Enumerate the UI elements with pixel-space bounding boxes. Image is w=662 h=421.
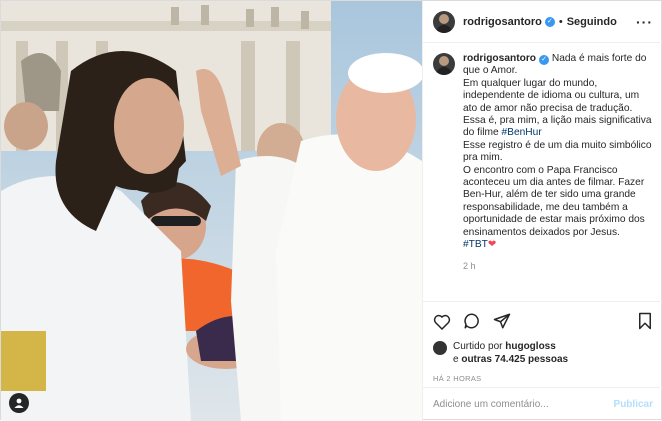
avatar[interactable]: [433, 10, 455, 33]
tagged-user-icon[interactable]: [9, 393, 29, 413]
verified-badge-icon: ✓: [544, 16, 555, 27]
publish-button[interactable]: Publicar: [614, 399, 653, 410]
share-icon[interactable]: [493, 312, 511, 330]
post-actions: Curtido por hugogloss e outras 74.425 pe…: [423, 301, 662, 383]
liked-by-prefix: Curtido por: [453, 341, 503, 352]
post-header: rodrigosantoro ✓ • Seguindo ···: [423, 1, 662, 43]
caption-username[interactable]: rodrigosantoro: [463, 53, 536, 64]
photo-illustration: [1, 1, 422, 421]
heart-icon[interactable]: [433, 313, 451, 330]
likes-count[interactable]: outras 74.425 pessoas: [461, 354, 568, 365]
bookmark-icon[interactable]: [637, 312, 653, 330]
caption-line-4: O encontro com o Papa Francisco acontece…: [463, 164, 645, 238]
liked-by-conj: e: [453, 354, 459, 365]
caption-avatar[interactable]: [433, 53, 455, 75]
separator-dot: •: [558, 15, 563, 28]
hashtag-benhur[interactable]: #BenHur: [502, 127, 542, 138]
comment-icon[interactable]: [463, 312, 481, 330]
post-caption: rodrigosantoro ✓ Nada é mais forte do que…: [423, 43, 662, 305]
liker-avatar[interactable]: [433, 341, 447, 355]
likes-summary: Curtido por hugogloss e outras 74.425 pe…: [433, 340, 653, 366]
following-button[interactable]: Seguindo: [567, 16, 617, 28]
caption-timestamp[interactable]: 2 h: [463, 260, 653, 272]
heart-emoji: ❤: [487, 239, 497, 251]
liker-username[interactable]: hugogloss: [505, 341, 556, 352]
action-icons: [433, 310, 653, 332]
post-photo[interactable]: [1, 1, 422, 421]
post-sidebar: rodrigosantoro ✓ • Seguindo ··· rodrigos…: [422, 1, 662, 421]
caption-line-3: Esse registro é de um dia muito simbólic…: [463, 139, 652, 164]
caption-line-2: Em qualquer lugar do mundo, independente…: [463, 77, 652, 139]
caption-text: rodrigosantoro ✓ Nada é mais forte do que…: [463, 53, 653, 305]
comment-input[interactable]: Adicione um comentário...: [433, 399, 549, 410]
post-age[interactable]: HÁ 2 HORAS: [433, 374, 653, 383]
person-icon: [14, 398, 24, 408]
header-username[interactable]: rodrigosantoro: [463, 16, 542, 28]
instagram-post: rodrigosantoro ✓ • Seguindo ··· rodrigos…: [0, 0, 662, 421]
ellipsis-icon[interactable]: ···: [636, 14, 653, 30]
caption-verified-badge-icon: ✓: [539, 55, 550, 65]
comment-bar: Adicione um comentário... Publicar: [423, 387, 662, 421]
hashtag-tbt[interactable]: #TBT: [463, 239, 488, 250]
